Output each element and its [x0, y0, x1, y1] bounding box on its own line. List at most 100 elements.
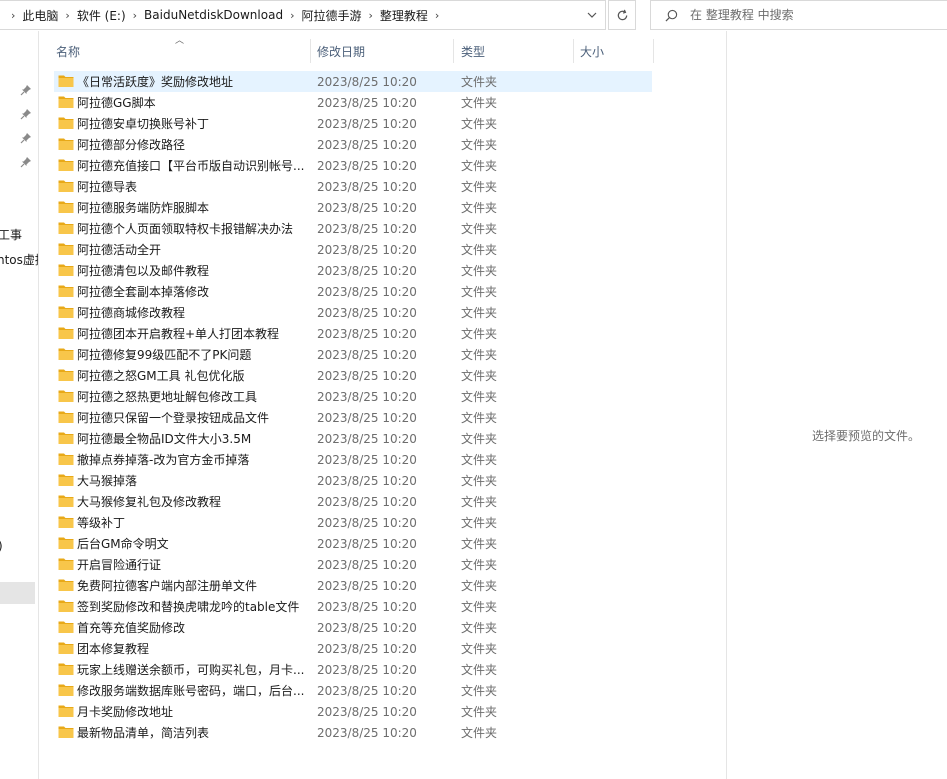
refresh-button[interactable] — [608, 0, 636, 30]
nav-item-partial[interactable]: 工事 — [0, 226, 22, 243]
column-divider[interactable] — [653, 39, 654, 63]
file-row[interactable]: 阿拉德充值接口【平台币版自动识别帐号... 2023/8/25 10:20 文件夹 — [54, 155, 652, 176]
navigation-pane[interactable]: 工事 ntos虚拟 ) — [0, 31, 39, 779]
file-name[interactable]: 玩家上线赠送余额币，可购买礼包，月卡... — [77, 661, 307, 678]
file-name[interactable]: 阿拉德之怒热更地址解包修改工具 — [77, 388, 307, 405]
column-divider[interactable] — [573, 39, 574, 63]
breadcrumb-separator[interactable]: › — [126, 9, 144, 22]
column-size[interactable]: 大小 — [580, 31, 604, 71]
file-name[interactable]: 阿拉德部分修改路径 — [77, 136, 307, 153]
file-date: 2023/8/25 10:20 — [317, 326, 417, 341]
pin-icon[interactable] — [20, 132, 32, 144]
file-name[interactable]: 大马猴掉落 — [77, 472, 307, 489]
file-row[interactable]: 最新物品清单，简洁列表 2023/8/25 10:20 文件夹 — [54, 722, 652, 743]
nav-item-partial[interactable]: ) — [0, 539, 3, 553]
file-row[interactable]: 阿拉德清包以及邮件教程 2023/8/25 10:20 文件夹 — [54, 260, 652, 281]
file-row[interactable]: 大马猴掉落 2023/8/25 10:20 文件夹 — [54, 470, 652, 491]
file-name[interactable]: 签到奖励修改和替换虎啸龙吟的table文件 — [77, 598, 307, 615]
address-bar[interactable]: › 此电脑 › 软件 (E:) › BaiduNetdiskDownload ›… — [0, 0, 606, 30]
breadcrumb-current-folder[interactable]: 整理教程 — [380, 7, 428, 24]
file-name[interactable]: 撤掉点券掉落-改为官方金币掉落 — [77, 451, 307, 468]
file-name[interactable]: 修改服务端数据库账号密码，端口，后台... — [77, 682, 307, 699]
breadcrumb-game-folder[interactable]: 阿拉德手游 — [301, 7, 361, 24]
column-divider[interactable] — [453, 39, 454, 63]
file-row[interactable]: 阿拉德之怒GM工具 礼包优化版 2023/8/25 10:20 文件夹 — [54, 365, 652, 386]
file-name[interactable]: 阿拉德充值接口【平台币版自动识别帐号... — [77, 157, 307, 174]
file-row[interactable]: 阿拉德活动全开 2023/8/25 10:20 文件夹 — [54, 239, 652, 260]
file-row[interactable]: 阿拉德部分修改路径 2023/8/25 10:20 文件夹 — [54, 134, 652, 155]
file-name[interactable]: 后台GM命令明文 — [77, 535, 307, 552]
file-row[interactable]: 玩家上线赠送余额币，可购买礼包，月卡... 2023/8/25 10:20 文件夹 — [54, 659, 652, 680]
file-row[interactable]: 大马猴修复礼包及修改教程 2023/8/25 10:20 文件夹 — [54, 491, 652, 512]
file-name[interactable]: 阿拉德最全物品ID文件大小3.5M — [77, 430, 307, 447]
file-name[interactable]: 阿拉德GG脚本 — [77, 94, 307, 111]
file-name[interactable]: 等级补丁 — [77, 514, 307, 531]
search-input[interactable] — [688, 7, 922, 23]
file-name[interactable]: 免费阿拉德客户端内部注册单文件 — [77, 577, 307, 594]
pin-icon[interactable] — [20, 108, 32, 120]
file-row[interactable]: 阿拉德修复99级匹配不了PK问题 2023/8/25 10:20 文件夹 — [54, 344, 652, 365]
file-name[interactable]: 开启冒险通行证 — [77, 556, 307, 573]
breadcrumb-separator[interactable]: › — [428, 9, 446, 22]
file-row[interactable]: 等级补丁 2023/8/25 10:20 文件夹 — [54, 512, 652, 533]
file-name[interactable]: 阿拉德全套副本掉落修改 — [77, 283, 307, 300]
column-divider[interactable] — [310, 39, 311, 63]
file-date: 2023/8/25 10:20 — [317, 536, 417, 551]
file-row[interactable]: 阿拉德安卓切换账号补丁 2023/8/25 10:20 文件夹 — [54, 113, 652, 134]
column-date[interactable]: 修改日期 — [317, 31, 365, 71]
file-name[interactable]: 阿拉德清包以及邮件教程 — [77, 262, 307, 279]
file-row[interactable]: 撤掉点券掉落-改为官方金币掉落 2023/8/25 10:20 文件夹 — [54, 449, 652, 470]
file-name[interactable]: 阿拉德只保留一个登录按钮成品文件 — [77, 409, 307, 426]
file-name[interactable]: 阿拉德之怒GM工具 礼包优化版 — [77, 367, 307, 384]
file-name[interactable]: 《日常活跃度》奖励修改地址 — [77, 73, 307, 90]
file-row[interactable]: 阿拉德最全物品ID文件大小3.5M 2023/8/25 10:20 文件夹 — [54, 428, 652, 449]
column-name[interactable]: 名称 — [56, 31, 80, 71]
file-row[interactable]: 阿拉德GG脚本 2023/8/25 10:20 文件夹 — [54, 92, 652, 113]
file-name[interactable]: 团本修复教程 — [77, 640, 307, 657]
file-row[interactable]: 签到奖励修改和替换虎啸龙吟的table文件 2023/8/25 10:20 文件夹 — [54, 596, 652, 617]
nav-item-partial[interactable]: ntos虚拟 — [0, 251, 38, 268]
file-name[interactable]: 阿拉德个人页面领取特权卡报错解决办法 — [77, 220, 307, 237]
breadcrumb-separator[interactable]: › — [58, 9, 76, 22]
breadcrumb-separator[interactable]: › — [4, 9, 22, 22]
breadcrumb-separator[interactable]: › — [361, 9, 379, 22]
file-name[interactable]: 阿拉德安卓切换账号补丁 — [77, 115, 307, 132]
file-row[interactable]: 阿拉德只保留一个登录按钮成品文件 2023/8/25 10:20 文件夹 — [54, 407, 652, 428]
file-row[interactable]: 修改服务端数据库账号密码，端口，后台... 2023/8/25 10:20 文件夹 — [54, 680, 652, 701]
file-row[interactable]: 团本修复教程 2023/8/25 10:20 文件夹 — [54, 638, 652, 659]
file-row[interactable]: 后台GM命令明文 2023/8/25 10:20 文件夹 — [54, 533, 652, 554]
file-row[interactable]: 阿拉德导表 2023/8/25 10:20 文件夹 — [54, 176, 652, 197]
file-row[interactable]: 开启冒险通行证 2023/8/25 10:20 文件夹 — [54, 554, 652, 575]
breadcrumb-this-pc[interactable]: 此电脑 — [22, 7, 58, 24]
file-row[interactable]: 首充等充值奖励修改 2023/8/25 10:20 文件夹 — [54, 617, 652, 638]
file-name[interactable]: 首充等充值奖励修改 — [77, 619, 307, 636]
nav-item-selected[interactable] — [0, 582, 35, 604]
column-type[interactable]: 类型 — [461, 31, 485, 71]
file-row[interactable]: 阿拉德团本开启教程+单人打团本教程 2023/8/25 10:20 文件夹 — [54, 323, 652, 344]
file-name[interactable]: 阿拉德商城修改教程 — [77, 304, 307, 321]
file-name[interactable]: 大马猴修复礼包及修改教程 — [77, 493, 307, 510]
file-row[interactable]: 阿拉德服务端防炸服脚本 2023/8/25 10:20 文件夹 — [54, 197, 652, 218]
breadcrumb-drive-e[interactable]: 软件 (E:) — [77, 7, 126, 24]
file-name[interactable]: 阿拉德活动全开 — [77, 241, 307, 258]
breadcrumb-separator[interactable]: › — [283, 9, 301, 22]
file-name[interactable]: 阿拉德服务端防炸服脚本 — [77, 199, 307, 216]
pin-icon[interactable] — [20, 84, 32, 96]
address-history-button[interactable] — [579, 1, 605, 29]
file-row[interactable]: 《日常活跃度》奖励修改地址 2023/8/25 10:20 文件夹 — [54, 71, 652, 92]
file-name[interactable]: 阿拉德修复99级匹配不了PK问题 — [77, 346, 307, 363]
file-row[interactable]: 阿拉德全套副本掉落修改 2023/8/25 10:20 文件夹 — [54, 281, 652, 302]
file-row[interactable]: 免费阿拉德客户端内部注册单文件 2023/8/25 10:20 文件夹 — [54, 575, 652, 596]
search-box[interactable] — [650, 0, 947, 30]
breadcrumb-baidunetdisk[interactable]: BaiduNetdiskDownload — [144, 8, 283, 22]
file-list[interactable]: 《日常活跃度》奖励修改地址 2023/8/25 10:20 文件夹 阿拉德GG脚本 20… — [54, 71, 652, 743]
file-name[interactable]: 阿拉德导表 — [77, 178, 307, 195]
file-name[interactable]: 阿拉德团本开启教程+单人打团本教程 — [77, 325, 307, 342]
file-name[interactable]: 最新物品清单，简洁列表 — [77, 724, 307, 741]
file-row[interactable]: 阿拉德商城修改教程 2023/8/25 10:20 文件夹 — [54, 302, 652, 323]
file-row[interactable]: 月卡奖励修改地址 2023/8/25 10:20 文件夹 — [54, 701, 652, 722]
pin-icon[interactable] — [20, 156, 32, 168]
file-row[interactable]: 阿拉德个人页面领取特权卡报错解决办法 2023/8/25 10:20 文件夹 — [54, 218, 652, 239]
file-row[interactable]: 阿拉德之怒热更地址解包修改工具 2023/8/25 10:20 文件夹 — [54, 386, 652, 407]
file-name[interactable]: 月卡奖励修改地址 — [77, 703, 307, 720]
